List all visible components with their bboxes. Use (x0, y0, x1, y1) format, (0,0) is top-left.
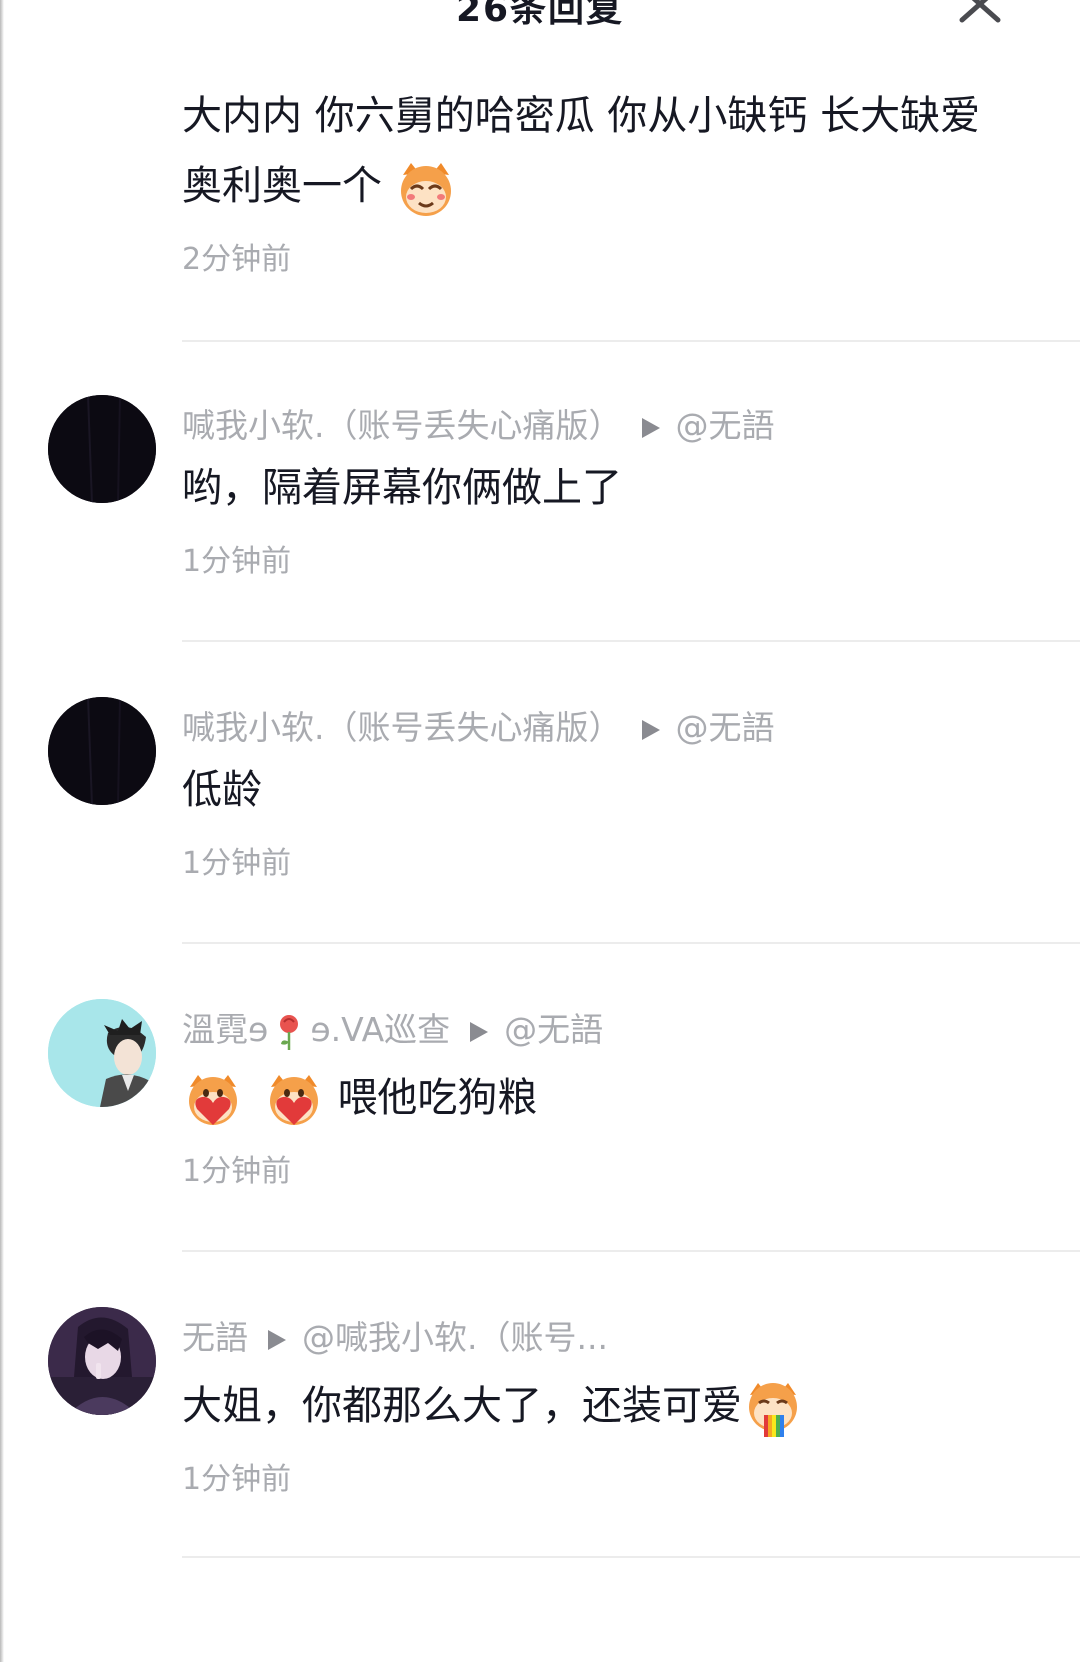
heart-monkey-emoji-icon (269, 1075, 318, 1125)
left-edge-shadow (0, 0, 4, 1662)
rainbow-puke-monkey-emoji-icon (749, 1383, 797, 1437)
comment-meta: 无語 @喊我小软.（账号... (182, 1318, 608, 1358)
replies-header: 26条回复 (0, 0, 1080, 40)
comment-meta: 溫霓ɘ ɘ.VA巡查 @无語 (182, 1010, 603, 1052)
comment-time: 1分钟前 (182, 846, 292, 881)
comment-text: 喂他吃狗粮 (337, 1075, 538, 1121)
comment-divider (182, 640, 1080, 642)
comment-divider (182, 340, 1080, 342)
dark-avatar-image (48, 697, 156, 805)
comment-author-part2[interactable]: ɘ.VA巡查 (310, 1010, 450, 1049)
comment-meta: 喊我小软.（账号丢失心痛版） @无語 (182, 406, 775, 446)
user-avatar[interactable] (48, 697, 156, 805)
reply-arrow-icon (641, 417, 660, 438)
reply-arrow-icon (470, 1021, 489, 1042)
comment-text: 大内内 你六舅的哈密瓜 你从小缺钙 长大缺爱 (182, 93, 981, 139)
user-avatar[interactable] (48, 1307, 156, 1415)
comment-author[interactable]: 无語 (182, 1318, 248, 1357)
comment-divider (182, 1250, 1080, 1252)
comment-time: 1分钟前 (182, 544, 292, 579)
comment-time: 1分钟前 (182, 1154, 292, 1189)
heart-monkey-emoji-icon (189, 1075, 237, 1125)
comment-author[interactable]: 喊我小软.（账号丢失心痛版） (182, 708, 622, 747)
comment-text-line: 喂他吃狗粮 (182, 1062, 537, 1134)
comment-text-content: 奥利奥一个 (182, 163, 382, 209)
comment-text: 哟，隔着屏幕你俩做上了 (182, 465, 622, 511)
reply-arrow-icon (641, 719, 660, 740)
comment-text: 低龄 (182, 767, 262, 813)
anime-purple-avatar-image (48, 1307, 156, 1415)
comment-meta: 喊我小软.（账号丢失心痛版） @无語 (182, 708, 775, 748)
comment-time: 2分钟前 (182, 242, 292, 277)
comment-author-part1[interactable]: 溫霓ɘ (182, 1010, 268, 1049)
comment-text: 大姐，你都那么大了，还装可爱 (182, 1383, 742, 1429)
reply-to-user[interactable]: @喊我小软.（账号... (302, 1318, 608, 1357)
reply-arrow-icon (268, 1329, 286, 1350)
dark-avatar-image (48, 395, 156, 503)
comment-text-line: 大姐，你都那么大了，还装可爱 (182, 1370, 804, 1442)
comment-divider (182, 1556, 1080, 1558)
reply-to-user[interactable]: @无語 (676, 406, 775, 445)
close-icon[interactable] (958, 0, 1002, 24)
user-avatar[interactable] (48, 999, 156, 1107)
comment-divider (182, 942, 1080, 944)
comment-time: 1分钟前 (182, 1462, 292, 1497)
reply-to-user[interactable]: @无語 (676, 708, 775, 747)
user-avatar[interactable] (48, 395, 156, 503)
reply-to-user[interactable]: @无語 (504, 1010, 603, 1049)
grin-monkey-emoji-icon (400, 163, 451, 216)
rose-icon (280, 1014, 299, 1050)
comment-text-line2: 奥利奥一个 (182, 150, 457, 222)
comment-author[interactable]: 喊我小软.（账号丢失心痛版） (182, 406, 622, 445)
anime-boy-avatar-image (48, 999, 156, 1107)
replies-count-title: 26条回复 (455, 0, 625, 30)
